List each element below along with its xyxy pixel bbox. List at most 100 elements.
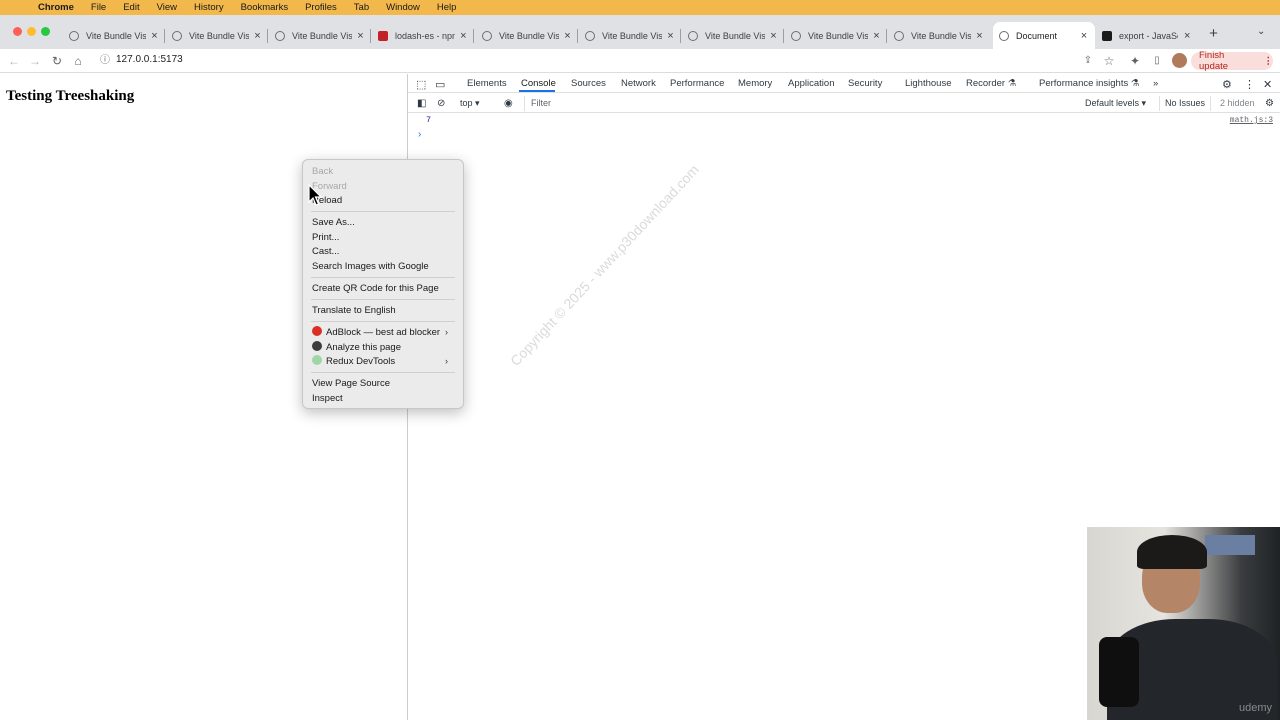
browser-tab[interactable]: Vite Bundle Visu ×: [785, 22, 887, 49]
tab-lighthouse[interactable]: Lighthouse: [905, 78, 951, 89]
menu-item-save-as[interactable]: Save As...: [312, 216, 355, 229]
bookmark-star-icon[interactable]: ☆: [1101, 53, 1117, 69]
menu-history[interactable]: History: [194, 2, 224, 13]
context-selector[interactable]: top ▾: [455, 96, 485, 111]
tab-application[interactable]: Application: [788, 78, 834, 89]
menu-chrome[interactable]: Chrome: [38, 2, 74, 13]
clear-console-icon[interactable]: ⊘: [432, 96, 450, 111]
tab-performance-insights[interactable]: Performance insights ⚗: [1039, 78, 1139, 89]
browser-tab[interactable]: export - JavaSc ×: [1096, 22, 1198, 49]
inspect-element-icon[interactable]: ⬚: [416, 78, 426, 91]
close-tab-icon[interactable]: ×: [769, 30, 778, 42]
address-bar[interactable]: 127.0.0.1:5173: [116, 54, 183, 65]
globe-icon: [791, 30, 801, 41]
menu-item-translate[interactable]: Translate to English: [312, 304, 396, 317]
device-toolbar-icon[interactable]: ▭: [435, 78, 445, 91]
globe-icon: [999, 30, 1009, 41]
reload-icon[interactable]: ↻: [49, 53, 65, 69]
console-source-link[interactable]: math.js:3: [1230, 116, 1273, 125]
menu-item-cast[interactable]: Cast...: [312, 245, 339, 258]
browser-tab[interactable]: Vite Bundle Visu ×: [476, 22, 578, 49]
back-icon[interactable]: ←: [6, 53, 22, 69]
extensions-puzzle-icon[interactable]: ✦: [1127, 53, 1143, 69]
close-tab-icon[interactable]: ×: [253, 30, 262, 42]
close-window-button[interactable]: [13, 27, 22, 36]
menu-item-search-images[interactable]: Search Images with Google: [312, 260, 429, 273]
browser-tab[interactable]: Vite Bundle Visu ×: [579, 22, 681, 49]
issues-button[interactable]: No Issues: [1159, 96, 1212, 111]
close-tab-icon[interactable]: ×: [563, 30, 572, 42]
close-devtools-icon[interactable]: ✕: [1263, 78, 1272, 91]
menu-item-print[interactable]: Print...: [312, 231, 339, 244]
menu-tab[interactable]: Tab: [354, 2, 369, 13]
console-prompt[interactable]: ›: [418, 129, 421, 140]
browser-tab[interactable]: Vite Bundle Visu ×: [166, 22, 268, 49]
menu-item-analyze[interactable]: Analyze this page: [312, 341, 401, 354]
tab-search-chevron-icon[interactable]: ⌄: [1257, 26, 1265, 37]
side-panel-icon[interactable]: ▯: [1149, 53, 1165, 69]
mouse-cursor-icon: [308, 183, 323, 206]
close-tab-icon[interactable]: ×: [666, 30, 675, 42]
menu-view[interactable]: View: [157, 2, 177, 13]
close-tab-icon[interactable]: ×: [975, 30, 984, 42]
tab-security[interactable]: Security: [848, 78, 882, 89]
menu-item-create-qr[interactable]: Create QR Code for this Page: [312, 282, 439, 295]
menu-profiles[interactable]: Profiles: [305, 2, 337, 13]
forward-icon[interactable]: →: [27, 53, 43, 69]
menu-item-inspect[interactable]: Inspect: [312, 392, 343, 405]
context-menu: Back Forward Reload Save As... Print... …: [302, 159, 464, 409]
site-info-icon[interactable]: ⓘ: [97, 53, 113, 69]
console-sidebar-icon[interactable]: ◧: [412, 96, 431, 111]
tab-performance[interactable]: Performance: [670, 78, 724, 89]
tab-sources[interactable]: Sources: [571, 78, 606, 89]
tab-recorder[interactable]: Recorder ⚗: [966, 78, 1016, 89]
menu-item-label: Analyze this page: [326, 342, 401, 353]
close-tab-icon[interactable]: ×: [356, 30, 365, 42]
tab-title: Vite Bundle Visu: [808, 30, 868, 41]
browser-tab[interactable]: Vite Bundle Visu ×: [63, 22, 165, 49]
live-expression-eye-icon[interactable]: ◉: [499, 96, 518, 111]
close-tab-icon[interactable]: ×: [150, 30, 159, 42]
home-icon[interactable]: ⌂: [70, 53, 86, 69]
browser-tab[interactable]: Vite Bundle Visu ×: [269, 22, 371, 49]
menu-item-view-source[interactable]: View Page Source: [312, 377, 390, 390]
tab-memory[interactable]: Memory: [738, 78, 772, 89]
menu-help[interactable]: Help: [437, 2, 457, 13]
zoom-window-button[interactable]: [41, 27, 50, 36]
globe-icon: [275, 30, 285, 41]
more-tabs-icon[interactable]: »: [1153, 78, 1158, 89]
console-filter-input[interactable]: Filter: [524, 96, 1079, 111]
tab-network[interactable]: Network: [621, 78, 656, 89]
browser-tab[interactable]: Vite Bundle Visu ×: [888, 22, 990, 49]
menu-bookmarks[interactable]: Bookmarks: [241, 2, 289, 13]
customize-menu-icon[interactable]: ⋮: [1244, 78, 1255, 91]
menu-item-adblock[interactable]: AdBlock — best ad blocker ›: [312, 326, 456, 339]
profile-avatar[interactable]: [1172, 53, 1187, 68]
adblock-icon: [312, 326, 322, 336]
tab-elements[interactable]: Elements: [467, 78, 507, 89]
share-icon[interactable]: ⇪: [1080, 53, 1096, 69]
console-value: 7: [426, 115, 432, 125]
settings-gear-icon[interactable]: ⚙: [1222, 78, 1232, 91]
menu-separator: [311, 211, 455, 212]
browser-tab[interactable]: lodash-es - npm ×: [372, 22, 474, 49]
new-tab-button[interactable]: +: [1205, 26, 1222, 43]
menu-window[interactable]: Window: [386, 2, 420, 13]
close-tab-icon[interactable]: ×: [1182, 30, 1192, 42]
tab-title: lodash-es - npm: [395, 30, 455, 41]
close-tab-icon[interactable]: ×: [872, 30, 881, 42]
browser-tab-active[interactable]: Document ×: [993, 22, 1095, 49]
menu-item-redux-devtools[interactable]: Redux DevTools ›: [312, 355, 456, 368]
menu-file[interactable]: File: [91, 2, 106, 13]
tab-console[interactable]: Console: [521, 78, 556, 89]
close-tab-icon[interactable]: ×: [1079, 30, 1089, 42]
menu-edit[interactable]: Edit: [123, 2, 139, 13]
minimize-window-button[interactable]: [27, 27, 36, 36]
globe-icon: [894, 30, 904, 41]
console-message: 7 math.js:3: [408, 114, 1280, 128]
console-settings-gear-icon[interactable]: ⚙: [1260, 96, 1279, 111]
close-tab-icon[interactable]: ×: [459, 30, 468, 42]
log-levels-dropdown[interactable]: Default levels ▾: [1080, 96, 1151, 111]
finish-update-button[interactable]: Finish update ⋮: [1191, 50, 1273, 72]
browser-tab[interactable]: Vite Bundle Visu ×: [682, 22, 784, 49]
